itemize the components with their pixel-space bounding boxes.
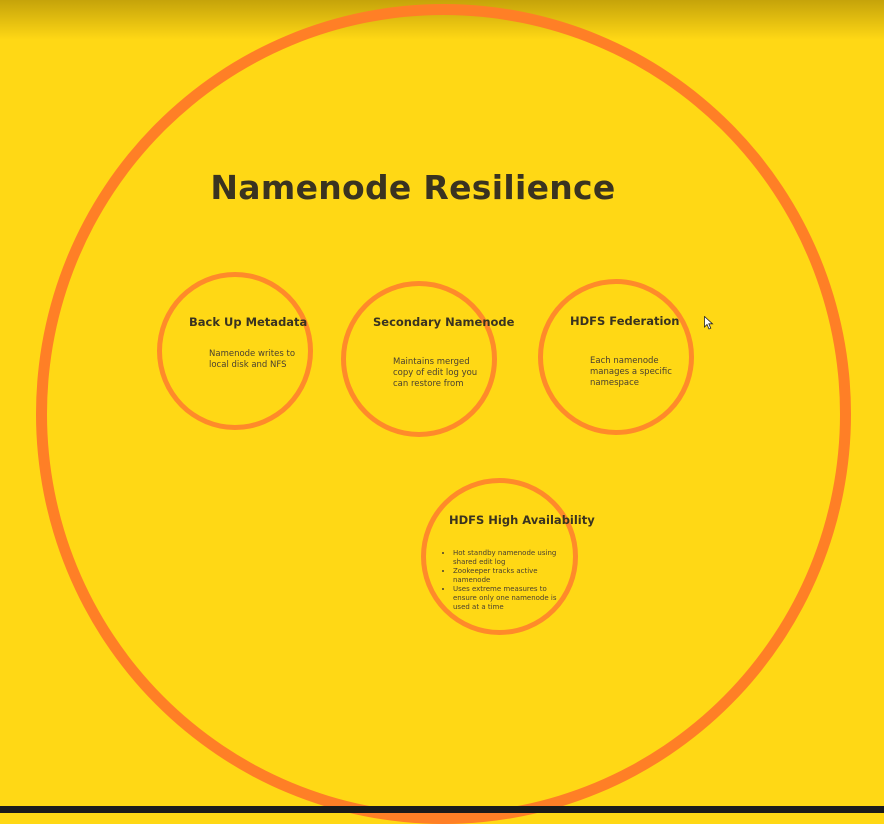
node-bullets-hdfs-high-availability: Hot standby namenode using shared edit l… [445,549,565,612]
node-title-back-up-metadata: Back Up Metadata [189,315,308,329]
node-title-secondary-namenode: Secondary Namenode [373,315,515,329]
node-title-hdfs-high-availability: HDFS High Availability [449,513,595,527]
node-text-secondary-namenode: Maintains merged copy of edit log you ca… [393,357,478,389]
bullet-item: Uses extreme measures to ensure only one… [453,585,565,612]
slide-title: Namenode Resilience [210,168,616,207]
bottom-bar [0,806,884,813]
node-text-hdfs-federation: Each namenode manages a specific namespa… [590,356,672,388]
mouse-pointer-icon [704,316,714,330]
node-text-back-up-metadata: Namenode writes to local disk and NFS [209,349,296,370]
bullet-item: Hot standby namenode using shared edit l… [453,549,565,567]
bullet-item: Zookeeper tracks active namenode [453,567,565,585]
node-title-hdfs-federation: HDFS Federation [570,314,680,328]
